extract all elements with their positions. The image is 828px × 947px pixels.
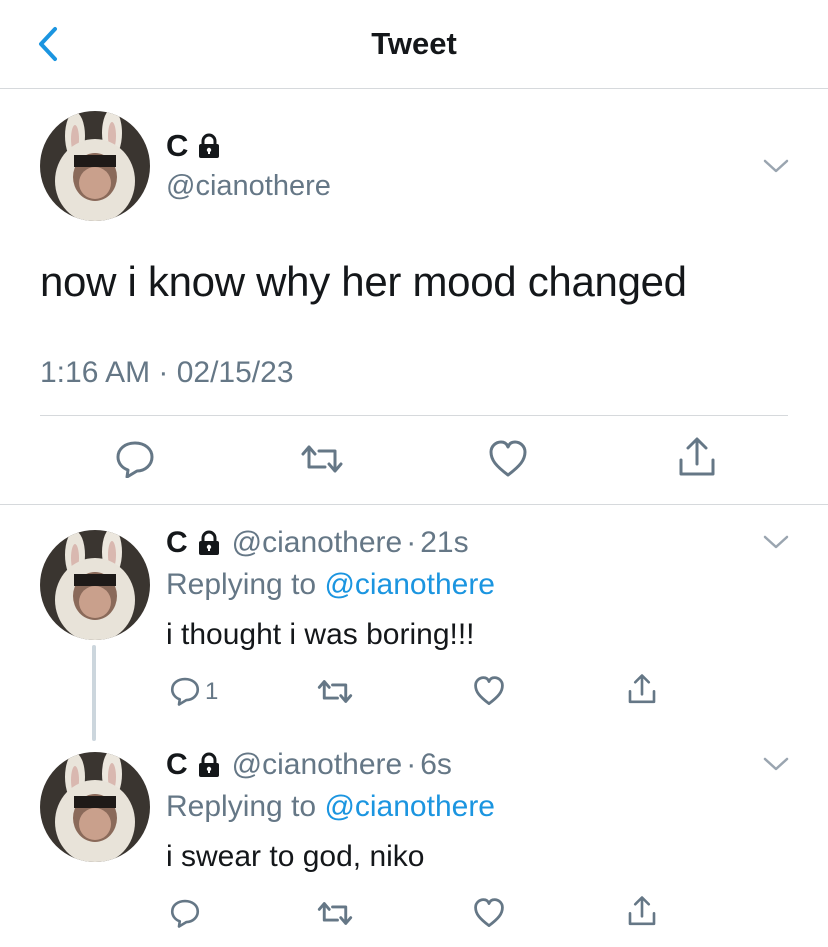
reply-icon: [170, 677, 200, 706]
reply-button[interactable]: [170, 676, 200, 706]
author-handle[interactable]: @cianothere: [232, 748, 403, 782]
divider: [0, 504, 828, 505]
retweet-icon: [301, 445, 343, 473]
retweet-icon: [317, 680, 353, 703]
reply-text: i thought i was boring!!!: [166, 618, 475, 651]
tweet-timestamp[interactable]: 1:16 AM · 02/15/23: [40, 356, 294, 390]
top-bar: Tweet: [0, 0, 828, 89]
replying-to: Replying to @cianothere: [166, 790, 495, 823]
share-button[interactable]: [627, 673, 657, 705]
heart-icon: [474, 676, 504, 706]
heart-icon: [489, 440, 527, 477]
like-button[interactable]: [473, 676, 505, 706]
retweet-button[interactable]: [299, 444, 345, 474]
reply-text: i swear to god, niko: [166, 840, 425, 873]
share-button[interactable]: [677, 436, 717, 478]
avatar[interactable]: [40, 530, 150, 640]
like-button[interactable]: [473, 898, 505, 928]
chevron-down-icon[interactable]: [762, 157, 790, 175]
retweet-button[interactable]: [316, 901, 354, 926]
retweet-button[interactable]: [316, 679, 354, 704]
share-icon: [628, 674, 656, 704]
page-title: Tweet: [371, 26, 457, 61]
author-handle[interactable]: @cianothere: [232, 526, 403, 560]
reply-header: C @cianothere · 6s: [166, 748, 452, 782]
replying-to: Replying to @cianothere: [166, 568, 495, 601]
heart-icon: [474, 898, 504, 928]
chevron-down-icon[interactable]: [762, 533, 790, 551]
reply-time: 21s: [420, 526, 469, 559]
chevron-down-icon[interactable]: [762, 755, 790, 773]
tweet-text: now i know why her mood changed: [40, 258, 687, 305]
reply-button[interactable]: [115, 440, 155, 478]
reply-icon: [116, 441, 154, 478]
author-handle[interactable]: @cianothere: [166, 170, 331, 203]
reply-header: C @cianothere · 21s: [166, 526, 469, 560]
author-name[interactable]: C: [166, 748, 188, 782]
thread-line: [92, 645, 96, 741]
like-button[interactable]: [488, 440, 528, 478]
author-name[interactable]: C: [166, 128, 222, 164]
mention-link[interactable]: @cianothere: [324, 790, 495, 823]
lock-icon: [198, 752, 219, 777]
author-name[interactable]: C: [166, 526, 188, 560]
mention-link[interactable]: @cianothere: [324, 568, 495, 601]
share-icon: [628, 896, 656, 926]
share-icon: [679, 437, 715, 476]
reply-count: 1: [205, 678, 219, 705]
avatar[interactable]: [40, 752, 150, 862]
separator-dot: ·: [406, 748, 417, 781]
reply-button[interactable]: [170, 898, 200, 928]
separator-dot: ·: [406, 526, 417, 559]
reply-time: 6s: [420, 748, 452, 781]
divider: [40, 415, 788, 416]
lock-icon: [199, 133, 220, 158]
retweet-icon: [317, 902, 353, 925]
share-button[interactable]: [627, 895, 657, 927]
lock-icon: [198, 530, 219, 555]
avatar[interactable]: [40, 111, 150, 221]
reply-icon: [170, 899, 200, 928]
